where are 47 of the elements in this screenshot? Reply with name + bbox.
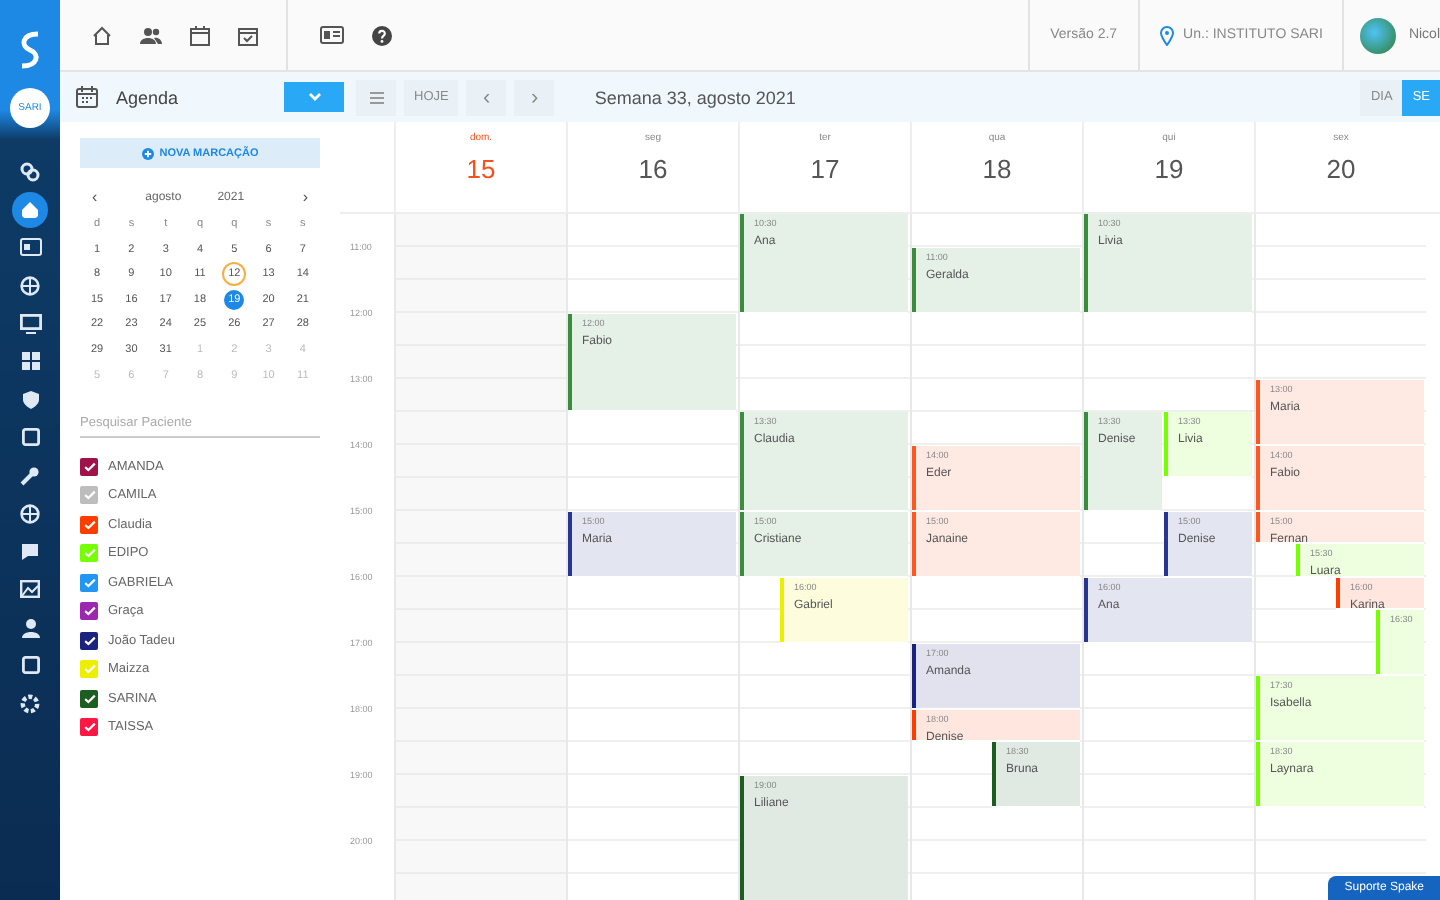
checkbox[interactable] xyxy=(80,544,98,563)
checkbox[interactable] xyxy=(80,515,98,534)
avatar[interactable] xyxy=(1360,17,1397,53)
day-number: 17 xyxy=(810,154,840,184)
next-month-button[interactable]: › xyxy=(302,188,308,206)
user-icon[interactable] xyxy=(21,617,39,637)
id-card-icon[interactable] xyxy=(320,26,344,44)
image-icon[interactable] xyxy=(20,580,40,598)
checkbox[interactable] xyxy=(80,689,98,708)
help-icon[interactable] xyxy=(372,25,392,45)
monitor-icon[interactable] xyxy=(19,313,41,333)
square-icon[interactable] xyxy=(21,428,39,446)
day-number: 18 xyxy=(982,154,1012,184)
day-number: 19 xyxy=(1154,154,1184,184)
chevron-down-icon xyxy=(307,92,321,102)
day-number: 16 xyxy=(638,154,668,184)
checkbox[interactable] xyxy=(80,573,98,592)
calendar-icon[interactable] xyxy=(190,25,210,45)
wrench-icon[interactable] xyxy=(20,465,40,485)
location-pin-icon xyxy=(1159,25,1174,45)
home-icon[interactable] xyxy=(12,191,48,227)
checkbox[interactable] xyxy=(80,457,98,476)
home-icon[interactable] xyxy=(92,25,112,45)
shield-icon[interactable] xyxy=(21,389,39,409)
day-number: 15 xyxy=(466,154,496,184)
day-number: 20 xyxy=(1326,154,1356,184)
previous-month-button[interactable]: ‹ xyxy=(92,188,98,206)
page-title: Agenda xyxy=(116,87,179,107)
checkbox[interactable] xyxy=(80,718,98,737)
period-title: Semana 33, agosto 2021 xyxy=(594,87,796,107)
square-icon[interactable] xyxy=(21,656,39,674)
checkbox[interactable] xyxy=(80,660,98,679)
calendar-icon xyxy=(76,86,98,108)
chat-icon[interactable] xyxy=(20,541,40,561)
people-icon[interactable] xyxy=(140,26,162,44)
checkbox[interactable] xyxy=(80,486,98,505)
list-view-button[interactable] xyxy=(356,79,396,115)
plus-circle-icon xyxy=(141,147,154,159)
checkbox[interactable] xyxy=(80,631,98,650)
globe-icon[interactable] xyxy=(20,503,40,523)
globe-icon[interactable] xyxy=(20,275,40,295)
settings-icon[interactable] xyxy=(20,693,40,713)
calendar-check-icon[interactable] xyxy=(238,25,258,45)
menu-icon xyxy=(369,91,383,103)
grid-icon[interactable] xyxy=(21,352,39,370)
checkbox[interactable] xyxy=(80,602,98,621)
link-icon[interactable] xyxy=(20,161,40,181)
